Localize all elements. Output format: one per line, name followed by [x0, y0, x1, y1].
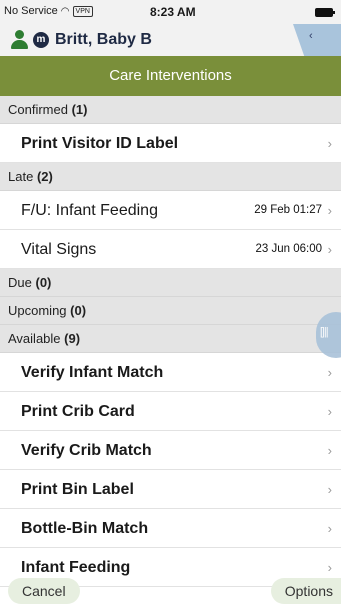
page-title: Care Interventions [0, 56, 341, 96]
list-item[interactable]: Bottle-Bin Match › [0, 509, 341, 548]
carrier-text: No Service [4, 5, 58, 17]
list-item[interactable]: Print Crib Card › [0, 392, 341, 431]
section-label: Available [8, 331, 61, 346]
patient-name: Britt, Baby B [55, 31, 152, 48]
battery-icon [315, 8, 335, 17]
list-item[interactable]: Print Visitor ID Label › [0, 124, 341, 163]
chevron-right-icon: › [327, 404, 332, 419]
section-header-late: Late (2) [0, 163, 341, 191]
section-header-upcoming: Upcoming (0) [0, 297, 341, 325]
list-item[interactable]: Vital Signs 23 Jun 06:00 › [0, 230, 341, 269]
section-count: (9) [64, 331, 81, 346]
status-left: No Service ◠ VPN [4, 5, 93, 17]
chevron-right-icon: › [327, 443, 332, 458]
chevron-right-icon: › [327, 242, 332, 257]
list-item-label: Bottle-Bin Match [21, 520, 149, 537]
list-item-date: 29 Feb 01:27 [254, 204, 322, 216]
section-count: (1) [71, 102, 88, 117]
list-item[interactable]: F/U: Infant Feeding 29 Feb 01:27 › [0, 191, 341, 230]
section-header-available: Available (9) [0, 325, 341, 353]
barcode-icon: [||| [320, 326, 329, 338]
list-item[interactable]: Verify Crib Match › [0, 431, 341, 470]
list-item-label: Print Bin Label [21, 481, 134, 498]
section-label: Upcoming [8, 303, 67, 318]
list-item-label: Verify Infant Match [21, 364, 164, 381]
person-icon [10, 30, 28, 50]
section-label: Confirmed [8, 102, 68, 117]
options-button[interactable]: Options [270, 578, 341, 604]
wifi-icon: ◠ [60, 5, 70, 17]
list-item[interactable]: Verify Infant Match › [0, 353, 341, 392]
chevron-right-icon: › [327, 482, 332, 497]
section-count: (0) [70, 303, 87, 318]
chevron-right-icon: › [327, 365, 332, 380]
section-header-confirmed: Confirmed (1) [0, 96, 341, 124]
chevron-left-icon: ‹ [309, 30, 313, 42]
section-header-due: Due (0) [0, 269, 341, 297]
chevron-right-icon: › [327, 203, 332, 218]
status-bar: No Service ◠ VPN 8:23 AM [0, 0, 341, 24]
section-label: Due [8, 275, 32, 290]
list-item-label: Verify Crib Match [21, 442, 152, 459]
section-label: Late [8, 169, 34, 184]
section-count: (0) [35, 275, 52, 290]
interventions-list: Confirmed (1) Print Visitor ID Label › L… [0, 96, 341, 587]
section-count: (2) [36, 169, 53, 184]
list-item-label: Print Visitor ID Label [21, 135, 179, 152]
list-item-label: Print Crib Card [21, 403, 135, 420]
list-item-date: 23 Jun 06:00 [255, 243, 322, 255]
list-item[interactable]: Print Bin Label › [0, 470, 341, 509]
list-item-label: Vital Signs [21, 241, 97, 258]
patient-badge: m [33, 32, 49, 48]
vpn-badge: VPN [72, 5, 93, 17]
status-time: 8:23 AM [150, 5, 196, 19]
chevron-right-icon: › [327, 521, 332, 536]
cancel-button[interactable]: Cancel [8, 578, 80, 604]
footer-toolbar: Cancel Options [0, 578, 341, 604]
chevron-right-icon: › [327, 136, 332, 151]
list-item-label: F/U: Infant Feeding [21, 202, 158, 219]
